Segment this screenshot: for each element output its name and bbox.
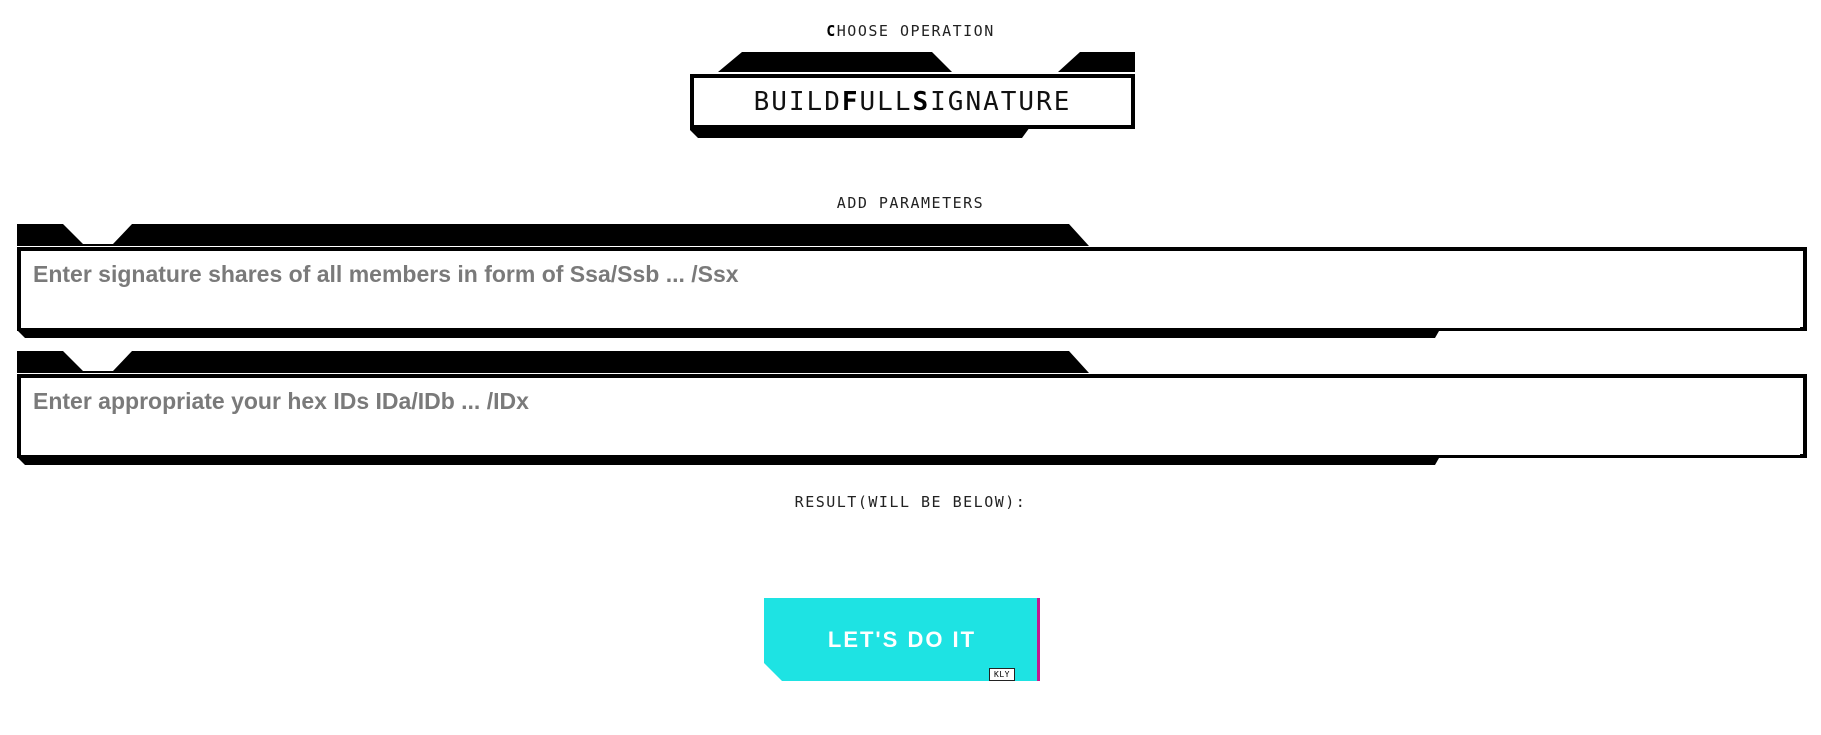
- op-part-5: IGNATURE: [930, 87, 1072, 117]
- op-part-3: ULL: [859, 87, 913, 117]
- hex-ids-field: [17, 351, 1807, 469]
- signature-shares-input[interactable]: [21, 251, 1800, 328]
- lets-do-it-button[interactable]: LET'S DO IT KLY: [764, 598, 1040, 681]
- choose-operation-label: CHOOSE OPERATION: [0, 22, 1821, 40]
- signature-shares-field: [17, 224, 1807, 342]
- op-part-1: BUILD: [753, 87, 842, 117]
- button-glitch-tag: KLY: [989, 668, 1015, 681]
- label-initial: A: [836, 194, 848, 212]
- op-part-2: F: [841, 87, 860, 117]
- result-label: RESULT(WILL BE BELOW):: [0, 493, 1821, 511]
- label-rest: DD PARAMETERS: [847, 194, 985, 212]
- label-initial: C: [826, 22, 837, 40]
- label-rest: ESULT(WILL BE BELOW):: [805, 493, 1027, 511]
- label-rest: HOOSE OPERATION: [836, 22, 995, 40]
- add-parameters-label: ADD PARAMETERS: [0, 194, 1821, 212]
- hex-ids-input[interactable]: [21, 378, 1800, 455]
- label-initial: R: [794, 493, 806, 511]
- op-part-4: S: [912, 87, 931, 117]
- operation-select[interactable]: BUILDFULLSIGNATURE: [690, 52, 1135, 138]
- selected-operation[interactable]: BUILDFULLSIGNATURE: [695, 79, 1130, 125]
